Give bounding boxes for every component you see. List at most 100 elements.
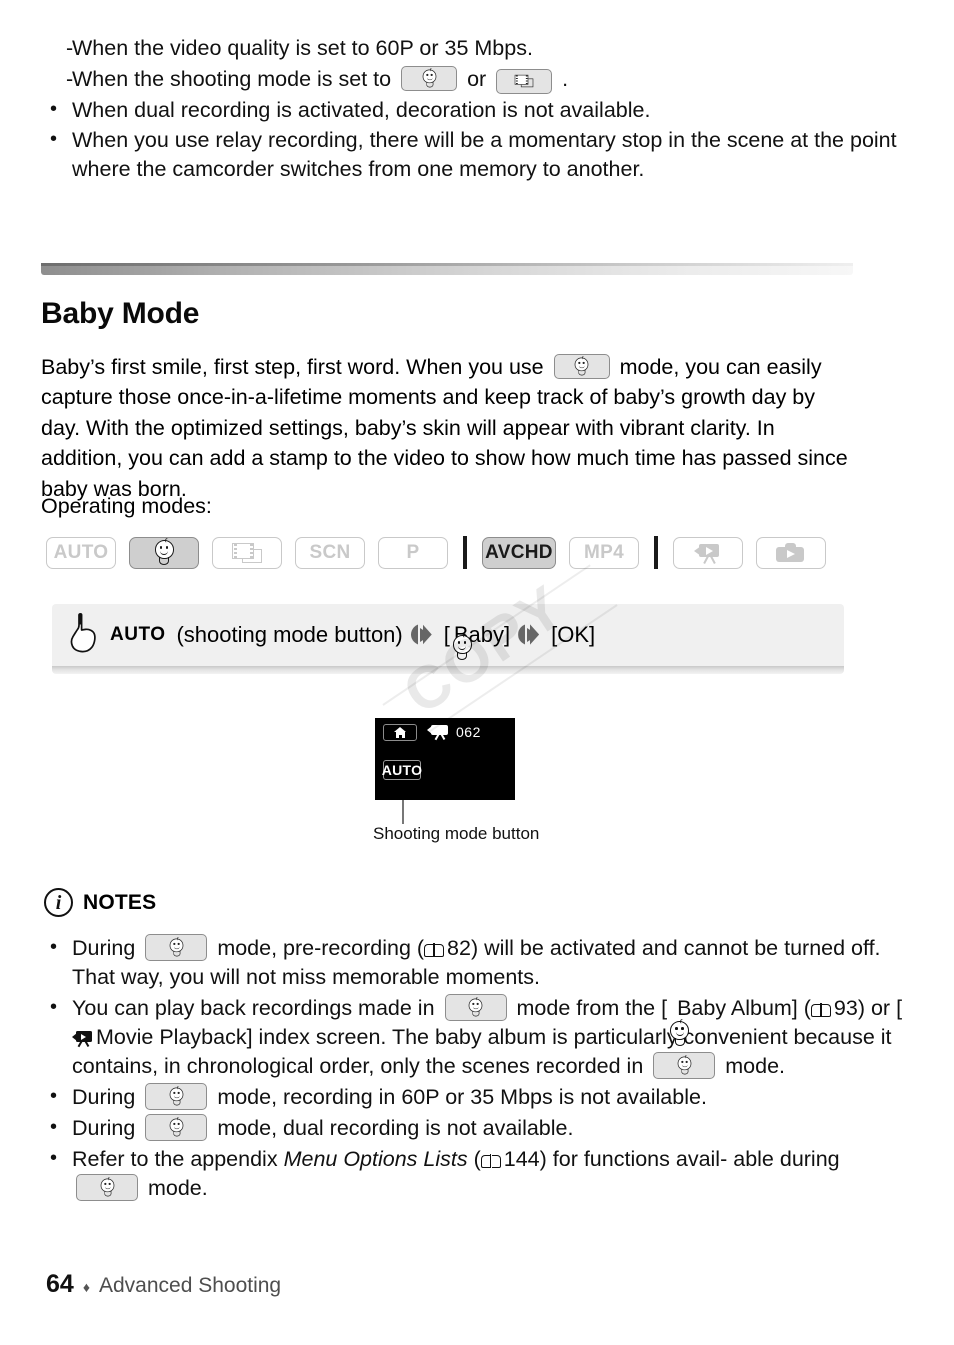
format-badge-avchd: AVCHD [482, 536, 556, 569]
bullet-marker: • [50, 1085, 58, 1107]
movie-camera-icon [427, 724, 451, 740]
bullet-relay-recording: • When you use relay recording, there wi… [46, 126, 906, 184]
note-text-part3: ) for functions avail- [539, 1147, 728, 1171]
figure-caption: Shooting mode button [373, 824, 540, 843]
photo-playback-icon [776, 542, 806, 563]
note-text-part2: mode, recording in 60P or 35 Mbps is not… [217, 1085, 707, 1109]
movie-playback-icon [72, 1030, 94, 1047]
mode-badge-label: P [406, 541, 420, 563]
sub-item-text-mid: or [467, 67, 487, 91]
bullet-marker: • [50, 1147, 58, 1169]
footer-section-name: Advanced Shooting [98, 1274, 282, 1297]
baby-mode-icon [154, 537, 175, 565]
page-footer: 64 ♦ Advanced Shooting [46, 1270, 281, 1299]
operating-modes-label: Operating modes: [41, 494, 212, 518]
book-icon [810, 1002, 831, 1018]
note-text-part1: Refer to the appendix [72, 1147, 278, 1171]
top-bullet-list: - When the video quality is set to 60P o… [46, 34, 906, 185]
sub-item-video-quality: - When the video quality is set to 60P o… [46, 34, 906, 63]
note-text-part3: Baby Album] ( [677, 996, 811, 1020]
section-divider [41, 263, 853, 275]
mode-badge-p: P [378, 536, 448, 569]
bullet-marker: • [50, 98, 58, 120]
home-button[interactable] [383, 724, 417, 741]
mode-badge-label: SCN [309, 541, 351, 563]
bullet-marker: • [50, 128, 58, 150]
remaining-recordings-count: 062 [456, 724, 481, 740]
instruction-step3: [OK] [551, 622, 596, 647]
mode-badge-cinema [212, 536, 282, 569]
page-title: Baby Mode [41, 297, 200, 331]
note-text-part2: mode from the [ [516, 996, 668, 1020]
sub-item-text-after: . [562, 67, 569, 91]
info-icon-glyph: i [55, 891, 62, 914]
notes-header: i NOTES [44, 888, 156, 917]
sub-item-text-before: When the shooting mode is set to [72, 67, 392, 91]
cinema-mode-icon [496, 68, 553, 94]
note-menu-options: • Refer to the appendix Menu Options Lis… [46, 1145, 911, 1203]
mode-badge-auto: AUTO [46, 536, 116, 569]
note-text-part6: mode. [725, 1054, 786, 1078]
info-icon: i [44, 888, 73, 917]
baby-mode-icon [653, 1052, 716, 1079]
note-text-part1: You can play back recordings made in [72, 996, 435, 1020]
intro-paragraph: Baby’s first smile, first step, first wo… [41, 352, 859, 505]
manual-page: - When the video quality is set to 60P o… [0, 0, 954, 1345]
note-text-part4: able during [733, 1147, 840, 1171]
note-italic-title: Menu Options Lists [283, 1147, 468, 1171]
book-icon [480, 1153, 501, 1169]
mode-badge-baby [129, 536, 199, 569]
movie-playback-icon [694, 542, 722, 564]
book-icon [424, 942, 445, 958]
note-text-part1: During [72, 936, 136, 960]
note-baby-album: • You can play back recordings made in m… [46, 994, 911, 1081]
page-number: 64 [46, 1270, 74, 1298]
mode-badge-label: AUTO [53, 541, 109, 563]
recording-info: 062 [427, 724, 481, 740]
note-text-part1: During [72, 1116, 136, 1140]
format-badge-mp4: MP4 [569, 536, 639, 569]
bullet-dual-recording: • When dual recording is activated, deco… [46, 96, 906, 125]
baby-mode-icon [553, 353, 610, 379]
bullet-text: When dual recording is activated, decora… [72, 98, 651, 122]
format-badge-label: AVCHD [485, 541, 553, 563]
note-page-ref: 93 [833, 996, 858, 1020]
bullet-marker: • [50, 1116, 58, 1138]
note-dual-recording: • During mode, dual recording is not ava… [46, 1114, 911, 1143]
camcorder-screen: 062 AUTO [375, 718, 515, 800]
sub-item-shooting-mode: - When the shooting mode is set to or . [46, 65, 906, 94]
note-text-part2: mode, dual recording is not available. [217, 1116, 574, 1140]
operating-modes-row: AUTO SCN P AVCHD MP4 [46, 536, 839, 569]
notes-list: • During mode, pre-recording (82) will b… [46, 934, 911, 1205]
note-text-part2: mode, pre-recording ( [217, 936, 425, 960]
sub-item-text: When the video quality is set to 60P or … [72, 36, 533, 60]
group-separator-2 [654, 536, 658, 569]
playback-badge-movie [673, 536, 743, 569]
group-separator-1 [463, 536, 467, 569]
playback-badge-photo [756, 536, 826, 569]
note-text-part5: mode. [147, 1176, 208, 1200]
arrow-right-icon [518, 624, 543, 646]
shooting-mode-button-label: AUTO [381, 762, 423, 778]
baby-mode-icon [76, 1174, 138, 1201]
dash-marker: - [66, 67, 74, 91]
arrow-right-icon [410, 624, 436, 646]
note-prerecording: • During mode, pre-recording (82) will b… [46, 934, 911, 992]
notes-title: NOTES [83, 890, 157, 914]
intro-text-part1: Baby’s first smile, first step, first wo… [41, 354, 544, 379]
auto-mode-label: AUTO [110, 624, 166, 645]
footer-separator-icon: ♦ [82, 1279, 90, 1295]
note-text-part2: ( [473, 1147, 481, 1171]
baby-mode-icon [145, 1083, 208, 1110]
note-60p: • During mode, recording in 60P or 35 Mb… [46, 1083, 911, 1112]
mode-badge-scn: SCN [295, 536, 365, 569]
baby-mode-icon [444, 994, 507, 1021]
baby-mode-icon [145, 1114, 208, 1141]
shooting-mode-button[interactable]: AUTO [381, 760, 423, 780]
note-text-part1: During [72, 1085, 136, 1109]
pointing-hand-icon [68, 612, 98, 659]
note-text-part4: ) or [ [857, 996, 903, 1020]
format-badge-label: MP4 [584, 541, 624, 563]
instruction-step2-open: [ [443, 622, 450, 647]
bullet-text: When you use relay recording, there will… [72, 128, 897, 181]
